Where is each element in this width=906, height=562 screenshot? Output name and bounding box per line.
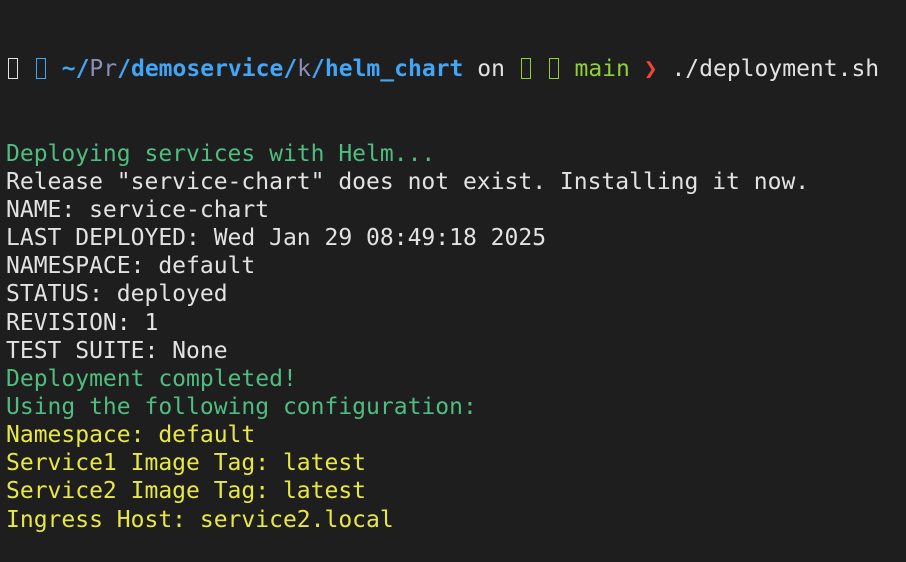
- path-current-dir: helm_chart: [324, 56, 464, 83]
- output-line: Deployment completed!: [6, 365, 297, 392]
- output-line: NAMESPACE: default: [6, 253, 256, 280]
- command-text: ./deployment.sh: [657, 56, 880, 83]
- path-separator: /: [283, 56, 298, 83]
- path-separator: /: [117, 56, 131, 83]
- path-segment: k: [297, 56, 312, 83]
- output-line: STATUS: deployed: [6, 281, 228, 308]
- missing-glyph-icon: [35, 58, 46, 80]
- output-line: Service2 Image Tag: latest: [6, 478, 367, 505]
- prompt-line: ~/Pr/demoservice/k/helm_chart on main ❯ …: [6, 55, 879, 83]
- branch-icon: [548, 58, 559, 80]
- terminal-output[interactable]: ~/Pr/demoservice/k/helm_chart on main ❯ …: [6, 0, 879, 562]
- output-line: Service1 Image Tag: latest: [6, 450, 367, 477]
- output-line: Using the following configuration:: [6, 394, 477, 421]
- output-line: Ingress Host: service2.local: [6, 506, 394, 533]
- git-branch: main: [574, 56, 630, 83]
- output-line: NAME: service-chart: [6, 197, 270, 224]
- output-line: TEST SUITE: None: [6, 337, 228, 364]
- path-home: ~/: [61, 56, 90, 83]
- output-line: Release "service-chart" does not exist. …: [6, 168, 810, 195]
- missing-glyph-icon: [8, 58, 18, 80]
- git-icon: [520, 58, 531, 80]
- output-line: Deploying services with Helm...: [6, 140, 436, 167]
- output-line: REVISION: 1: [6, 309, 159, 336]
- path-segment: demoservice: [130, 56, 284, 83]
- prompt-on-label: on: [463, 56, 519, 83]
- command-output: Deploying services with Helm... Release "…: [6, 140, 879, 534]
- path-segment: Pr: [89, 56, 118, 83]
- path-separator: /: [311, 56, 325, 83]
- output-line: Namespace: default: [6, 422, 256, 449]
- prompt-arrow-icon: ❯: [643, 56, 658, 83]
- output-line: LAST DEPLOYED: Wed Jan 29 08:49:18 2025: [6, 225, 547, 252]
